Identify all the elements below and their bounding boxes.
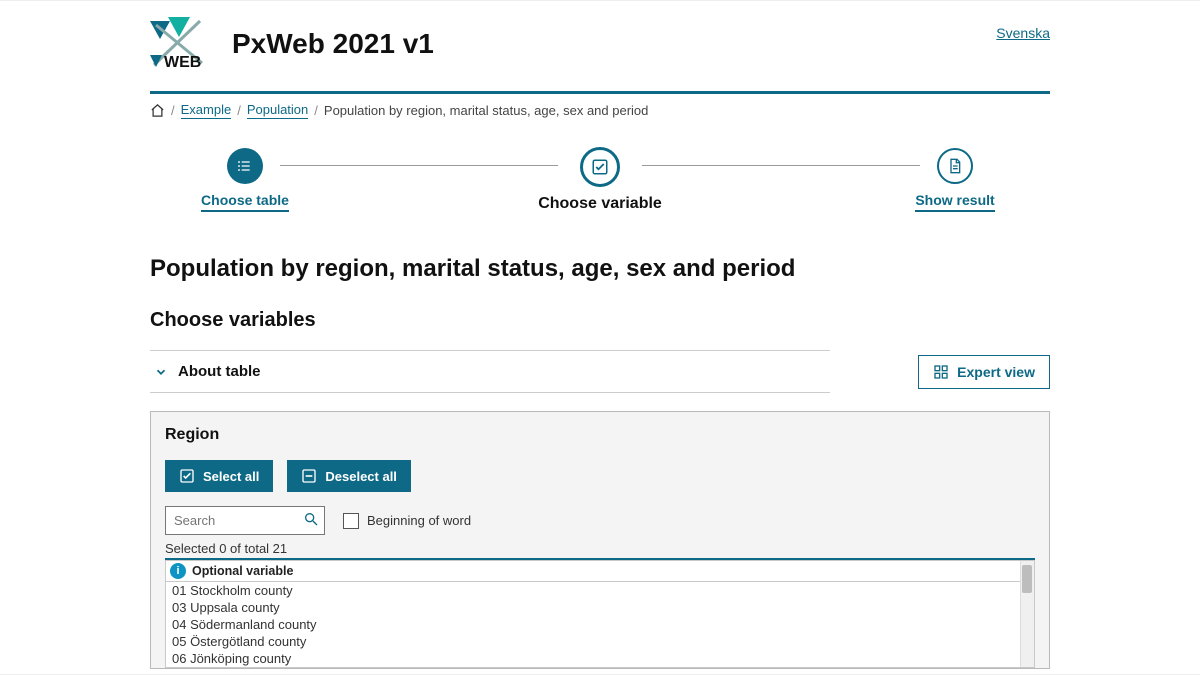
search-input[interactable] — [165, 506, 325, 535]
about-expert-row: About table Expert view — [150, 350, 1050, 393]
search-icon[interactable] — [303, 511, 319, 527]
breadcrumb-population[interactable]: Population — [247, 102, 308, 119]
checkbox-check-icon — [580, 147, 620, 187]
home-icon[interactable] — [150, 103, 165, 118]
app-title: PxWeb 2021 v1 — [232, 28, 434, 60]
beginning-of-word-checkbox[interactable]: Beginning of word — [343, 513, 471, 529]
beginning-of-word-label: Beginning of word — [367, 513, 471, 528]
svg-text:WEB: WEB — [164, 54, 201, 71]
variable-region-box: Region Select all Deselect all — [150, 411, 1050, 669]
step-label-choose-table[interactable]: Choose table — [201, 192, 289, 212]
document-icon — [937, 148, 973, 184]
checkbox-icon — [343, 513, 359, 529]
pxweb-logo: WEB — [150, 15, 214, 73]
grid-icon — [933, 364, 949, 380]
step-label-show-result[interactable]: Show result — [915, 192, 994, 212]
list-item[interactable]: 05 Östergötland county — [166, 633, 1034, 650]
step-label-choose-variable: Choose variable — [538, 195, 662, 213]
expert-view-button[interactable]: Expert view — [918, 355, 1050, 389]
breadcrumb-current: Population by region, marital status, ag… — [324, 103, 648, 118]
info-icon[interactable]: i — [170, 563, 186, 579]
optional-variable-label: Optional variable — [192, 564, 293, 578]
step-show-result[interactable]: Show result — [900, 148, 1010, 212]
language-link[interactable]: Svenska — [996, 25, 1050, 41]
about-table-toggle[interactable]: About table — [150, 351, 830, 392]
minus-square-icon — [301, 468, 317, 484]
chevron-down-icon — [154, 365, 168, 379]
scrollbar-thumb[interactable] — [1022, 582, 1032, 593]
logo-title-group: WEB PxWeb 2021 v1 — [150, 15, 434, 73]
check-icon — [179, 468, 195, 484]
list-icon — [227, 148, 263, 184]
list-item[interactable]: 06 Jönköping county — [166, 650, 1034, 667]
step-choose-table[interactable]: Choose table — [190, 148, 300, 212]
expert-view-label: Expert view — [957, 364, 1035, 380]
step-connector — [642, 165, 920, 166]
about-table-label: About table — [178, 363, 261, 380]
list-item[interactable]: 01 Stockholm county — [166, 582, 1034, 599]
step-connector — [280, 165, 558, 166]
region-list[interactable]: 01 Stockholm county 03 Uppsala county 04… — [165, 582, 1035, 668]
header-divider — [150, 91, 1050, 94]
step-choose-variable: Choose variable — [538, 147, 662, 213]
breadcrumb-sep: / — [171, 103, 175, 118]
breadcrumb: / Example / Population / Population by r… — [150, 102, 1050, 119]
variable-title: Region — [165, 426, 1035, 444]
page-title: Population by region, marital status, ag… — [150, 255, 1050, 283]
deselect-all-button[interactable]: Deselect all — [287, 460, 411, 492]
list-item[interactable]: 07 Kronoberg county — [166, 667, 1034, 668]
stepper: Choose table Choose variable Show result — [150, 147, 1050, 213]
breadcrumb-sep: / — [237, 103, 241, 118]
header: WEB PxWeb 2021 v1 Svenska — [150, 15, 1050, 73]
selected-count-text: Selected 0 of total 21 — [165, 541, 1035, 556]
deselect-all-label: Deselect all — [325, 469, 397, 484]
select-all-button[interactable]: Select all — [165, 460, 273, 492]
breadcrumb-sep: / — [314, 103, 318, 118]
list-item[interactable]: 03 Uppsala county — [166, 599, 1034, 616]
list-item[interactable]: 04 Södermanland county — [166, 616, 1034, 633]
select-all-label: Select all — [203, 469, 259, 484]
page-subtitle: Choose variables — [150, 309, 1050, 332]
breadcrumb-example[interactable]: Example — [181, 102, 232, 119]
optional-variable-banner: i Optional variable — [165, 560, 1035, 582]
scrollbar[interactable] — [1020, 582, 1034, 667]
